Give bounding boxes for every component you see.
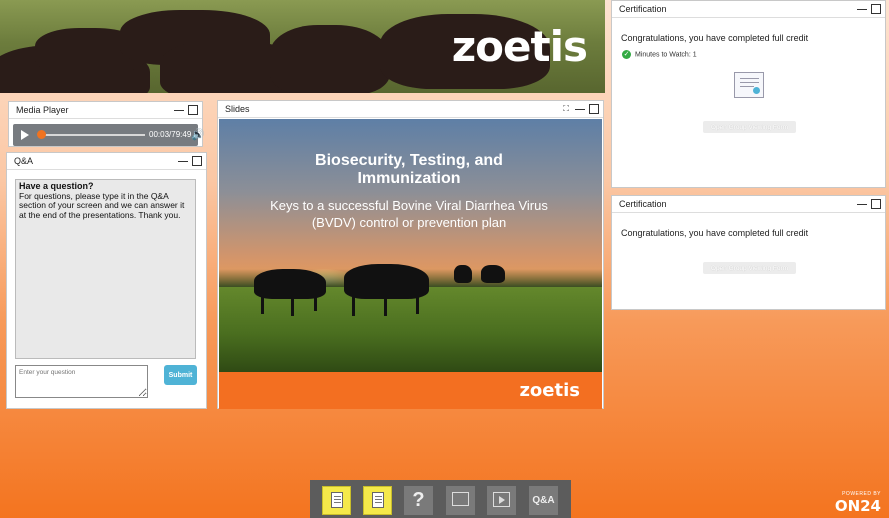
- certificate-icon[interactable]: [734, 72, 764, 98]
- slides-panel: Slides ⛶ Biosecurity, Testing, and Immun…: [217, 100, 604, 409]
- certification-message: Congratulations, you have completed full…: [621, 228, 809, 238]
- certificate-line: [740, 82, 759, 83]
- qa-instructions: For questions, please type it in the Q&A…: [19, 190, 185, 220]
- panel-title: Media Player: [16, 105, 69, 115]
- check-icon: ✓: [622, 50, 631, 59]
- slide-title: Biosecurity, Testing, and Immunization: [315, 152, 503, 187]
- bottom-toolbar: ? Q&A: [310, 480, 571, 518]
- media-player-icon[interactable]: [487, 486, 516, 515]
- minimize-icon[interactable]: [174, 105, 184, 111]
- qa-panel: Q&A Have a question? For questions, plea…: [6, 152, 207, 409]
- panel-title: Slides: [225, 104, 250, 114]
- certification-panel: Certification Congratulations, you have …: [611, 195, 886, 310]
- panel-header: Media Player: [9, 102, 202, 119]
- certification-panel: Certification Congratulations, you have …: [611, 0, 886, 188]
- seek-handle[interactable]: [37, 130, 46, 139]
- maximize-icon[interactable]: [192, 156, 202, 166]
- slide-pasture: [219, 287, 602, 372]
- document-shape: [372, 492, 384, 508]
- header-banner: zoetis: [0, 0, 605, 93]
- open-group-viewing-form-button[interactable]: Open Group Viewing Form: [703, 262, 796, 274]
- panel-title: Certification: [619, 199, 667, 209]
- zoetis-logo: zoetis: [519, 380, 580, 401]
- volume-icon[interactable]: 🔊: [191, 128, 205, 141]
- document-shape: [331, 492, 343, 508]
- presentation-screen-shape: [452, 492, 469, 506]
- certificate-seal: [753, 87, 760, 94]
- zoetis-logo: zoetis: [451, 22, 588, 71]
- panel-title: Certification: [619, 4, 667, 14]
- help-label: ?: [412, 489, 425, 511]
- question-input[interactable]: [15, 365, 148, 398]
- maximize-icon[interactable]: [188, 105, 198, 115]
- submit-button[interactable]: Submit: [164, 365, 197, 385]
- time-display: 00:03/79:49: [149, 130, 192, 139]
- slide-cow: [481, 265, 505, 283]
- resources-doc-icon[interactable]: [322, 486, 351, 515]
- slide-image: Biosecurity, Testing, and Immunization K…: [219, 119, 602, 409]
- maximize-icon[interactable]: [589, 104, 599, 114]
- qa-label: Q&A: [532, 495, 555, 506]
- slide-footer: zoetis: [219, 372, 602, 409]
- help-icon[interactable]: ?: [404, 486, 433, 515]
- slide-subtitle: Keys to a successful Bovine Viral Diarrh…: [270, 198, 548, 230]
- seek-track[interactable]: [41, 134, 145, 136]
- minimize-icon[interactable]: [178, 156, 188, 162]
- slide-cow-leg: [352, 294, 355, 316]
- banner-cow: [270, 25, 390, 93]
- panel-header: Certification: [612, 196, 885, 213]
- powered-by-on24[interactable]: POWERED BY ON24: [835, 491, 881, 516]
- slide-cow-leg: [261, 294, 264, 314]
- slide-cow-leg: [291, 294, 294, 316]
- on24-logo: ON24: [834, 497, 881, 515]
- slide-cow: [454, 265, 472, 283]
- open-group-viewing-form-button[interactable]: Open Group Viewing Form: [703, 121, 796, 133]
- qa-icon[interactable]: Q&A: [529, 486, 558, 515]
- slide-cow-leg: [384, 294, 387, 316]
- certificate-line: [740, 78, 759, 79]
- minimize-icon[interactable]: [575, 104, 585, 110]
- slides-icon[interactable]: [446, 486, 475, 515]
- minimize-icon[interactable]: [857, 199, 867, 205]
- slide-cow-leg: [314, 291, 317, 311]
- panel-title: Q&A: [14, 156, 34, 166]
- panel-header: Certification: [612, 1, 885, 18]
- maximize-icon[interactable]: [871, 4, 881, 14]
- minutes-to-watch: ✓ Minutes to Watch: 1: [622, 50, 697, 59]
- slide-cow-leg: [416, 294, 419, 314]
- audio-player-bar: 00:03/79:49 🔊: [13, 124, 205, 146]
- panel-header: Slides ⛶: [218, 101, 603, 118]
- maximize-icon[interactable]: [871, 199, 881, 209]
- certification-message: Congratulations, you have completed full…: [621, 33, 809, 43]
- minimize-icon[interactable]: [857, 4, 867, 10]
- play-icon[interactable]: [21, 130, 29, 140]
- media-player-panel: Media Player 00:03/79:49 🔊: [8, 101, 205, 147]
- fullscreen-icon[interactable]: ⛶: [561, 104, 571, 114]
- certificate-line: [740, 86, 754, 87]
- notes-doc-icon[interactable]: [363, 486, 392, 515]
- qa-message-area: Have a question? For questions, please t…: [15, 179, 196, 359]
- panel-header: Q&A: [7, 153, 206, 170]
- minutes-label: Minutes to Watch: 1: [635, 51, 697, 59]
- film-shape: [493, 492, 510, 507]
